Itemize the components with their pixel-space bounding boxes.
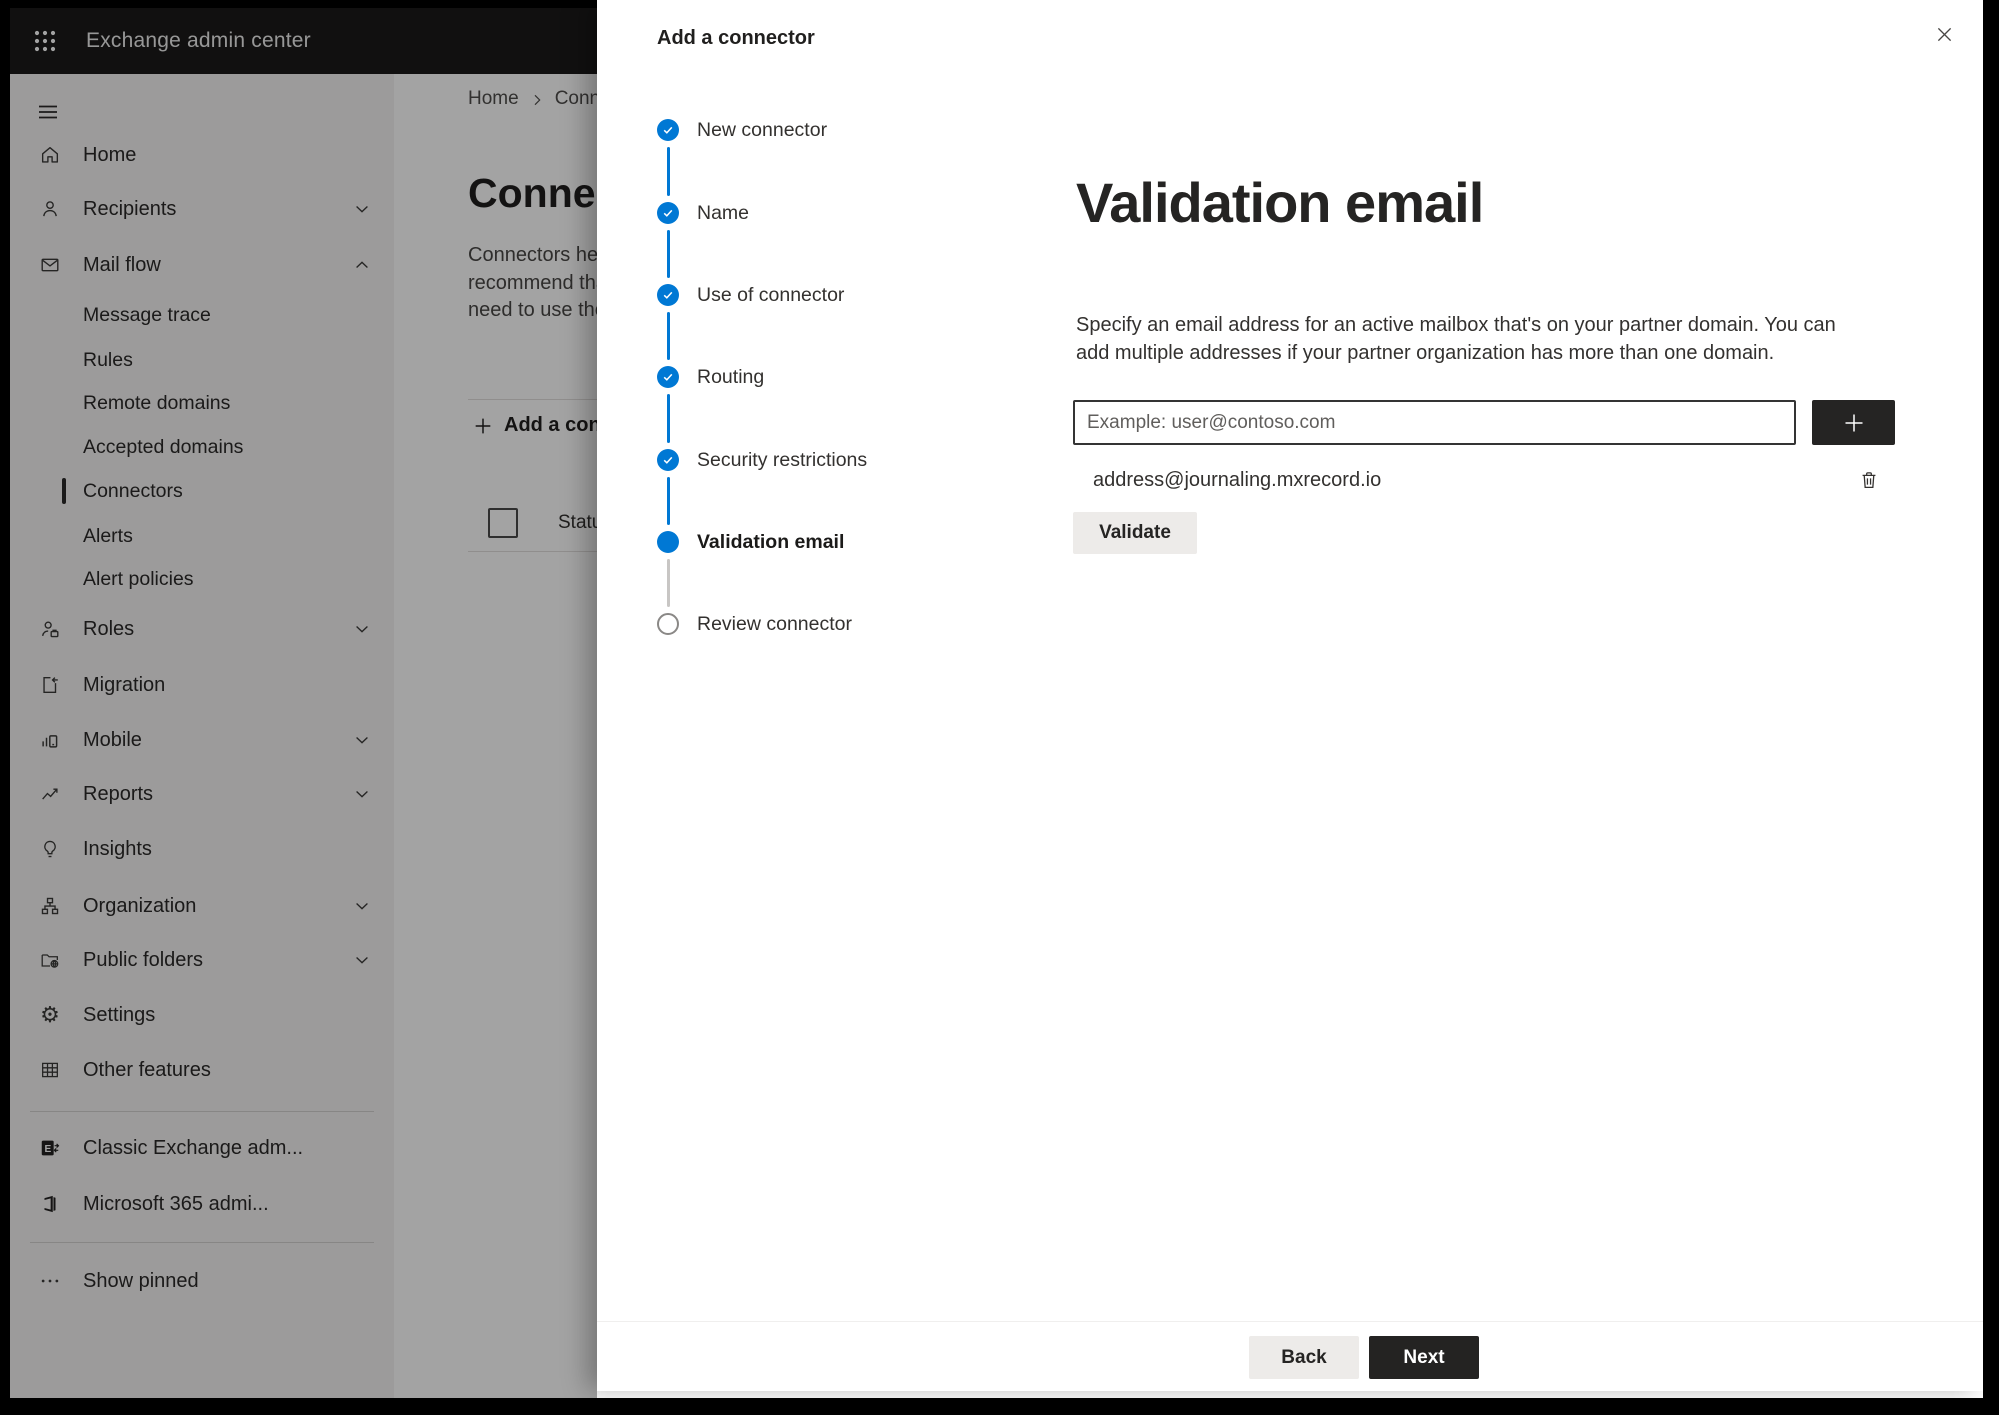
next-button[interactable]: Next [1369, 1336, 1479, 1379]
modal-header: Add a connector [597, 0, 1983, 79]
step-label: Review connector [697, 612, 852, 635]
step-current-icon [657, 531, 679, 553]
wizard-step-use-of-connector[interactable]: Use of connector [597, 273, 1009, 317]
step-label: Name [697, 201, 750, 224]
screenshot-frame: Exchange admin center Home Recipients Ma… [0, 0, 1999, 1415]
step-label: Use of connector [697, 283, 845, 306]
wizard-steps-pane: New connector Name Use of connector Rout… [597, 78, 1010, 1321]
wizard-step-routing[interactable]: Routing [597, 355, 1009, 399]
step-connector-line [666, 559, 670, 607]
wizard-step-name[interactable]: Name [597, 191, 1009, 235]
step-completed-icon [657, 202, 679, 224]
wizard-step-security-restrictions[interactable]: Security restrictions [597, 438, 1009, 482]
close-icon [1937, 27, 1951, 41]
wizard-step-validation-email[interactable]: Validation email [597, 520, 1009, 564]
step-completed-icon [657, 366, 679, 388]
step-connector-line [666, 230, 670, 278]
wizard-content-pane: Validation email Specify an email addres… [1009, 78, 1983, 1321]
modal-title: Add a connector [657, 27, 815, 49]
plus-icon [1845, 414, 1862, 431]
step-connector-line [666, 147, 670, 196]
step-label: Security restrictions [697, 448, 868, 471]
added-address-text: address@journaling.mxrecord.io [1093, 468, 1382, 491]
step-heading: Validation email [1076, 171, 1484, 234]
modal-footer: Back Next [597, 1321, 1983, 1391]
add-email-button[interactable] [1812, 400, 1895, 445]
step-label: Routing [697, 365, 765, 388]
step-connector-line [666, 312, 670, 360]
step-completed-icon [657, 284, 679, 306]
step-label: Validation email [697, 530, 845, 553]
validation-email-input[interactable] [1073, 400, 1796, 445]
back-button[interactable]: Back [1249, 1336, 1359, 1379]
added-address-row: address@journaling.mxrecord.io [1073, 459, 1895, 501]
step-completed-icon [657, 449, 679, 471]
wizard-step-new-connector[interactable]: New connector [597, 108, 1009, 152]
step-label: New connector [697, 118, 828, 141]
validate-button[interactable]: Validate [1073, 512, 1197, 554]
step-connector-line [666, 394, 670, 443]
step-completed-icon [657, 119, 679, 141]
delete-address-button[interactable] [1853, 464, 1885, 496]
step-upcoming-icon [657, 613, 679, 635]
close-button[interactable] [1923, 13, 1965, 55]
modal-dim-overlay [10, 8, 597, 1398]
wizard-step-review-connector[interactable]: Review connector [597, 602, 1009, 646]
trash-icon [1862, 472, 1876, 488]
step-description: Specify an email address for an active m… [1076, 314, 1836, 364]
add-connector-modal: Add a connector New connector Name Use o… [597, 0, 1983, 1391]
step-connector-line [666, 477, 670, 525]
